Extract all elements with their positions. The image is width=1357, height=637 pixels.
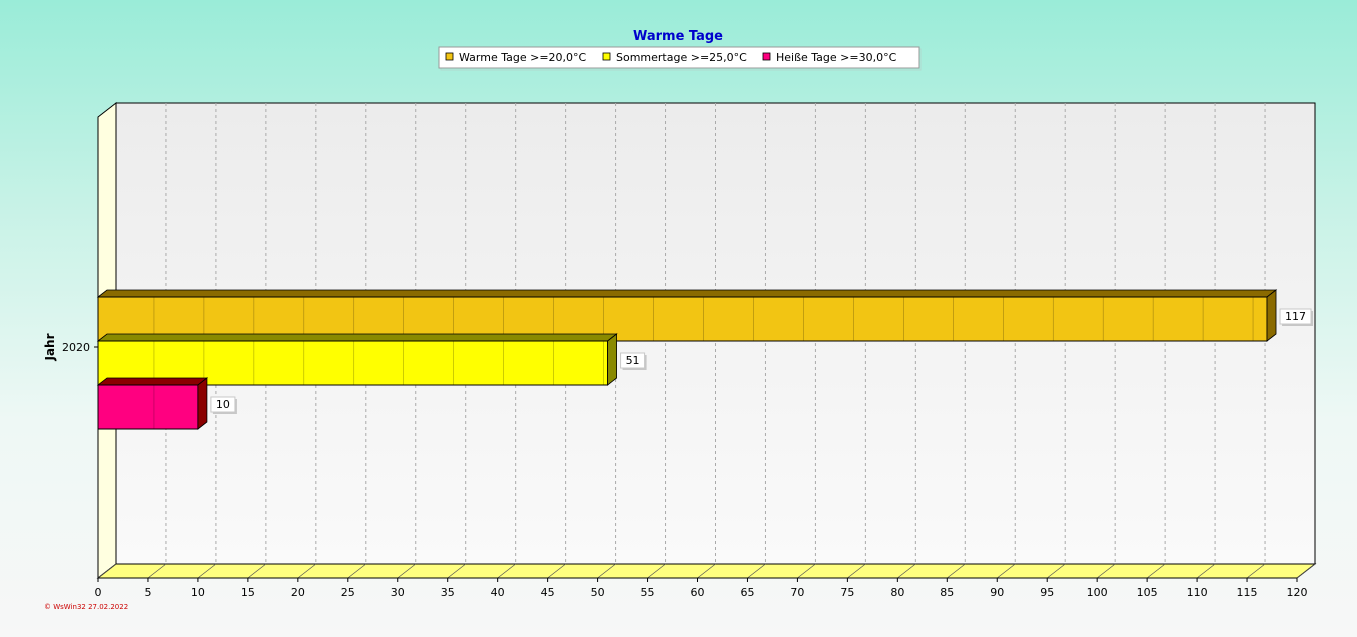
bar-side-face [1266, 289, 1277, 342]
x-tick-label: 95 [1040, 586, 1054, 599]
data-label: 51 [626, 354, 640, 367]
x-tick-label: 105 [1137, 586, 1158, 599]
x-tick-label: 25 [341, 586, 355, 599]
x-tick-label: 50 [591, 586, 605, 599]
legend-item: Sommertage >=25,0°C [602, 51, 747, 64]
x-tick-label: 85 [940, 586, 954, 599]
x-tick-label: 40 [491, 586, 505, 599]
x-tick-label: 55 [641, 586, 655, 599]
legend-label: Heiße Tage >=30,0°C [776, 51, 897, 64]
x-tick-label: 30 [391, 586, 405, 599]
bar-top-face [96, 333, 618, 342]
legend-swatch [445, 52, 454, 61]
x-tick-label: 115 [1237, 586, 1258, 599]
data-label: 117 [1285, 310, 1306, 323]
bar-side-face [607, 333, 617, 386]
bar-top-face [96, 289, 1278, 298]
bar-side-face [197, 377, 208, 430]
x-tick-label: 5 [144, 586, 151, 599]
data-label: 10 [216, 398, 230, 411]
legend-label: Sommertage >=25,0°C [616, 51, 747, 64]
x-tick-label: 120 [1287, 586, 1308, 599]
x-tick-label: 80 [890, 586, 904, 599]
x-tick-label: 60 [691, 586, 705, 599]
bar-group [96, 333, 618, 386]
category-label: 2020 [62, 341, 90, 354]
x-tick-label: 110 [1187, 586, 1208, 599]
x-tick-label: 15 [241, 586, 255, 599]
x-tick-label: 35 [441, 586, 455, 599]
chart-container: 117 51 10 0 5 10 15 20 25 30 35 40 45 50 55 60 65 70 75 80… [0, 0, 1357, 637]
x-tick-label: 0 [95, 586, 102, 599]
footer-credit: © WsWin32 27.02.2022 [44, 603, 128, 611]
x-tick-label: 10 [191, 586, 205, 599]
legend-swatch [762, 52, 771, 61]
x-tick-label: 45 [541, 586, 555, 599]
x-tick-label: 20 [291, 586, 305, 599]
legend-item: Warme Tage >=20,0°C [445, 51, 587, 64]
chart-title: Warme Tage [633, 29, 723, 44]
bar-group [96, 289, 1278, 342]
x-tick-label: 75 [840, 586, 854, 599]
legend-item: Heiße Tage >=30,0°C [762, 51, 897, 64]
y-axis-label: Jahr [43, 333, 57, 361]
x-tick-label: 65 [740, 586, 754, 599]
x-tick-label: 70 [790, 586, 804, 599]
bar [97, 384, 199, 430]
x-tick-label: 90 [990, 586, 1004, 599]
bar-group [96, 377, 209, 430]
legend-swatch [602, 52, 611, 61]
x-tick-label: 100 [1087, 586, 1108, 599]
legend: Warme Tage >=20,0°C Sommertage >=25,0°C He… [438, 46, 922, 71]
legend-label: Warme Tage >=20,0°C [459, 51, 587, 64]
bar-chart: 117 51 10 0 5 10 15 20 25 30 35 40 45 50 55 60 65 70 75 80… [43, 29, 1317, 611]
bar-top-face [96, 377, 209, 386]
